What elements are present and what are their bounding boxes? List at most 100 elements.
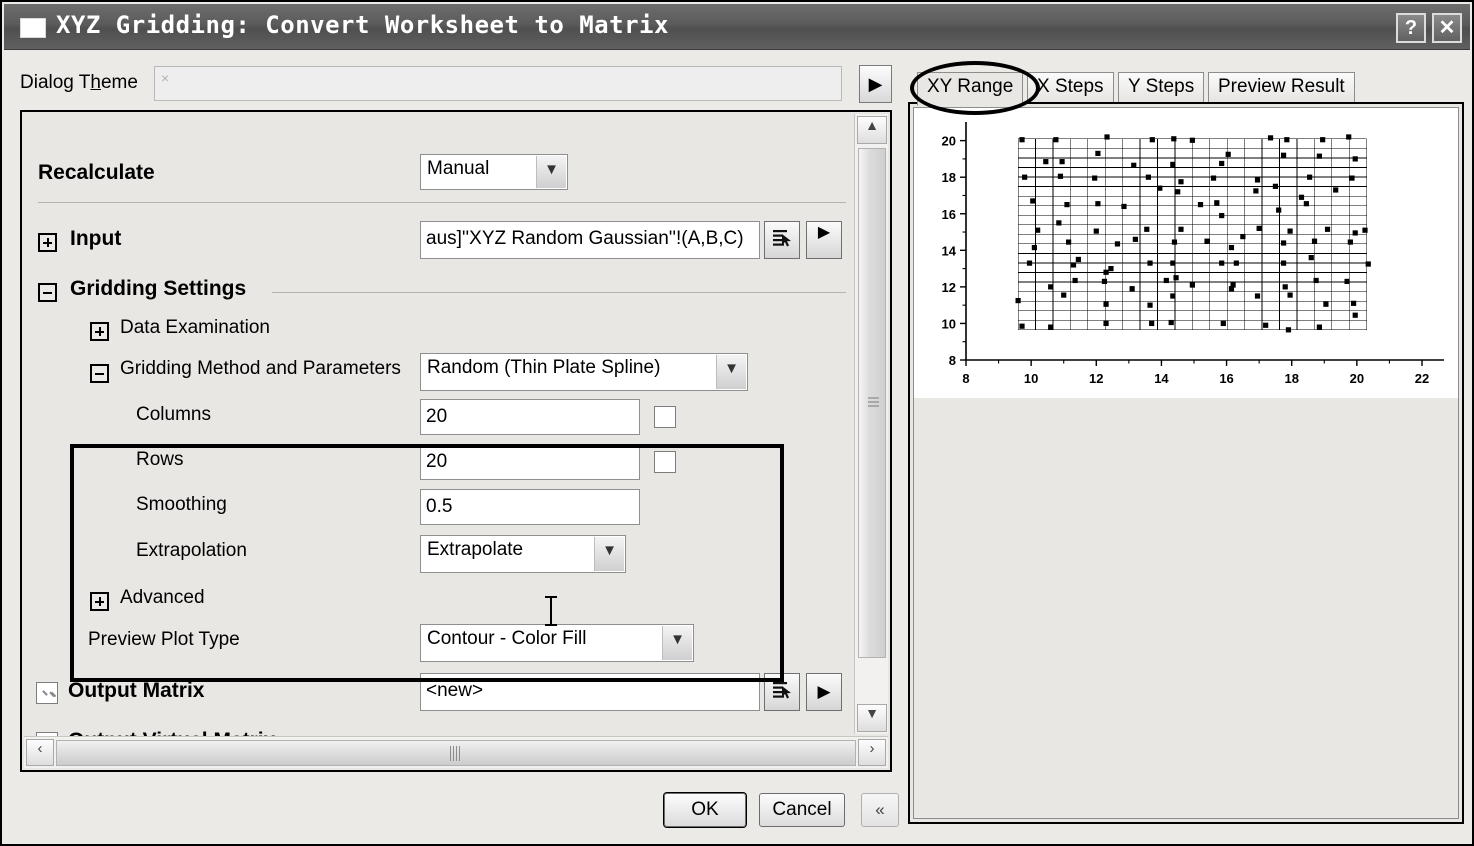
select-data-icon[interactable]: [764, 221, 800, 259]
preview-panel: 8 10 12 14 16 18 20 22 8 10 12 14 16 18 20: [908, 102, 1464, 824]
rows-label: Rows: [136, 449, 184, 470]
svg-text:12: 12: [1089, 371, 1103, 386]
chevron-down-icon[interactable]: ▼: [716, 355, 746, 389]
recalculate-value: Manual: [427, 158, 490, 179]
scroll-down-icon[interactable]: ▼: [857, 704, 887, 732]
divider-1: [38, 202, 846, 203]
extrapolation-value: Extrapolate: [427, 539, 524, 560]
scroll-left-icon[interactable]: ‹: [26, 739, 54, 766]
preview-panel-inner: 8 10 12 14 16 18 20 22 8 10 12 14 16 18 20: [913, 107, 1459, 819]
gridding-settings-label: Gridding Settings: [70, 277, 247, 300]
advanced-label: Advanced: [120, 587, 205, 608]
tab-preview-result[interactable]: Preview Result: [1208, 72, 1355, 106]
settings-scroll-content: Recalculate Manual ▼ Input aus]''XYZ Ran…: [22, 112, 850, 736]
rows-auto-checkbox[interactable]: [654, 451, 676, 473]
extrapolation-dropdown[interactable]: Extrapolate ▼: [420, 535, 626, 573]
output-virtual-matrix-label: Output Virtual Matrix: [68, 729, 275, 736]
theme-label-mnemonic: h: [90, 72, 101, 93]
svg-text:14: 14: [942, 243, 957, 258]
theme-label-part2: eme: [100, 72, 138, 93]
row-recalculate: Recalculate Manual ▼: [22, 152, 850, 196]
row-columns: Columns 20: [22, 398, 850, 442]
gridding-settings-collapse-toggle[interactable]: [38, 283, 57, 302]
svg-text:10: 10: [942, 316, 956, 331]
data-examination-expand-toggle[interactable]: [90, 322, 109, 341]
input-label: Input: [70, 227, 122, 250]
input-expand-toggle[interactable]: [38, 233, 57, 252]
svg-text:10: 10: [1024, 371, 1038, 386]
dialog-theme-row: Dialog Theme × ▶: [16, 64, 892, 104]
output-matrix-field[interactable]: <new>: [420, 673, 760, 711]
dialog-theme-input[interactable]: ×: [154, 66, 842, 101]
svg-text:18: 18: [1284, 371, 1298, 386]
svg-text:8: 8: [949, 353, 956, 368]
smoothing-label: Smoothing: [136, 494, 227, 515]
svg-text:16: 16: [942, 207, 956, 222]
chevron-down-icon[interactable]: ▼: [594, 537, 624, 571]
scroll-thumb-grip: [450, 746, 462, 761]
preview-plot-type-dropdown[interactable]: Contour - Color Fill ▼: [420, 624, 694, 662]
settings-vertical-scrollbar[interactable]: ▲ ▼: [854, 114, 888, 734]
title-bar: XYZ Gridding: Convert Worksheet to Matri…: [4, 4, 1470, 50]
select-data-icon[interactable]: [764, 673, 800, 711]
gridding-method-label: Gridding Method and Parameters: [120, 358, 401, 379]
scatter-plot-svg: 8 10 12 14 16 18 20 22 8 10 12 14 16 18 20: [942, 122, 1444, 386]
cancel-button[interactable]: Cancel: [759, 793, 845, 827]
svg-text:22: 22: [1415, 371, 1429, 386]
tab-y-steps[interactable]: Y Steps: [1118, 72, 1205, 106]
output-matrix-checkbox[interactable]: [36, 682, 58, 704]
dialog-theme-arrow-icon[interactable]: ▶: [859, 65, 892, 103]
row-data-examination: Data Examination: [22, 312, 850, 356]
gridding-method-dropdown[interactable]: Random (Thin Plate Spline) ▼: [420, 353, 748, 391]
row-rows: Rows 20: [22, 443, 850, 487]
horizontal-scroll-thumb[interactable]: [56, 740, 856, 766]
close-button[interactable]: ✕: [1432, 13, 1462, 43]
dialog-theme-label: Dialog Theme: [20, 72, 138, 94]
settings-horizontal-scrollbar[interactable]: ‹ ›: [24, 736, 888, 768]
svg-text:18: 18: [942, 170, 956, 185]
tab-x-steps[interactable]: X Steps: [1027, 72, 1114, 106]
row-preview-plot-type: Preview Plot Type Contour - Color Fill ▼: [22, 623, 850, 667]
columns-input[interactable]: 20: [420, 399, 640, 435]
chevron-down-icon[interactable]: ▼: [662, 626, 692, 660]
row-input: Input aus]''XYZ Random Gaussian''!(A,B,C…: [22, 220, 850, 264]
help-button[interactable]: ?: [1396, 13, 1426, 43]
row-advanced: Advanced: [22, 582, 850, 626]
input-arrow-icon[interactable]: ▶: [806, 221, 842, 259]
extrapolation-label: Extrapolation: [136, 540, 247, 561]
tab-xy-range[interactable]: XY Range: [917, 72, 1024, 106]
scroll-up-icon[interactable]: ▲: [857, 116, 887, 144]
row-output-matrix: Output Matrix <new> ▶: [22, 672, 850, 716]
columns-label: Columns: [136, 404, 211, 425]
preview-plot[interactable]: 8 10 12 14 16 18 20 22 8 10 12 14 16 18 20: [914, 108, 1458, 398]
divider-2: [272, 292, 846, 293]
ok-button[interactable]: OK: [664, 793, 746, 827]
output-matrix-label: Output Matrix: [68, 679, 205, 702]
chevron-down-icon[interactable]: ▼: [536, 156, 566, 188]
svg-text:8: 8: [962, 371, 969, 386]
advanced-expand-toggle[interactable]: [90, 592, 109, 611]
scroll-right-icon[interactable]: ›: [858, 739, 886, 766]
row-extrapolation: Extrapolation Extrapolate ▼: [22, 534, 850, 578]
output-matrix-arrow-icon[interactable]: ▶: [806, 673, 842, 711]
collapse-panel-button[interactable]: «: [861, 793, 899, 827]
ibeam-cursor-icon: [545, 596, 557, 626]
svg-text:20: 20: [942, 134, 956, 149]
rows-input[interactable]: 20: [420, 444, 640, 480]
gridding-method-collapse-toggle[interactable]: [90, 364, 109, 383]
settings-panel: Recalculate Manual ▼ Input aus]''XYZ Ran…: [20, 110, 892, 772]
recalculate-dropdown[interactable]: Manual ▼: [420, 154, 568, 190]
columns-auto-checkbox[interactable]: [654, 406, 676, 428]
xyz-gridding-dialog: XYZ Gridding: Convert Worksheet to Matri…: [0, 0, 1474, 846]
window-title: XYZ Gridding: Convert Worksheet to Matri…: [56, 11, 669, 39]
smoothing-input[interactable]: 0.5: [420, 489, 640, 525]
theme-label-part1: Dialog T: [20, 72, 91, 93]
svg-text:16: 16: [1219, 371, 1233, 386]
svg-text:14: 14: [1154, 371, 1169, 386]
preview-plot-type-label: Preview Plot Type: [88, 629, 240, 650]
input-range-field[interactable]: aus]''XYZ Random Gaussian''!(A,B,C): [420, 221, 760, 259]
vertical-scroll-thumb[interactable]: [858, 148, 886, 658]
row-smoothing: Smoothing 0.5: [22, 488, 850, 532]
svg-text:20: 20: [1350, 371, 1364, 386]
row-gridding-method: Gridding Method and Parameters Random (T…: [22, 352, 850, 396]
